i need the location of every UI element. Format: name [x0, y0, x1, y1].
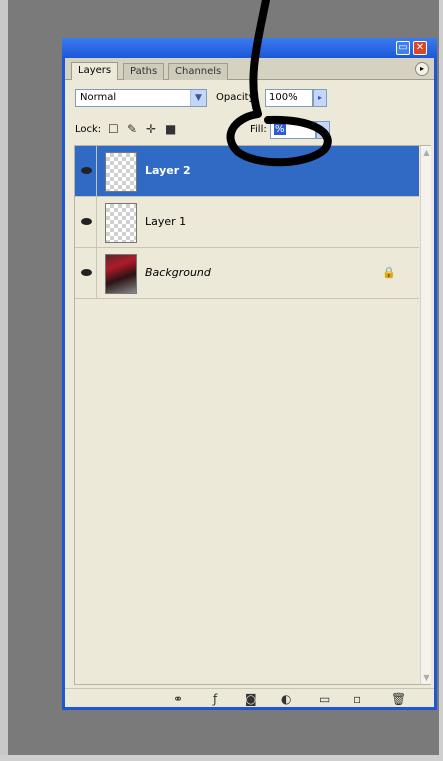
- panel-bottom-bar: ⚭ ƒ ◙ ◐ ▭ ▫ 🗑: [65, 688, 434, 708]
- lock-all-icon[interactable]: ■: [165, 122, 176, 136]
- opacity-label: Opacity:: [216, 92, 258, 103]
- layer-style-icon[interactable]: ƒ: [213, 692, 217, 706]
- lock-image-pixels-icon[interactable]: ✎: [127, 122, 137, 136]
- background-right-strip: [439, 0, 443, 761]
- visibility-toggle[interactable]: [75, 146, 97, 196]
- opacity-value: 100%: [269, 92, 298, 103]
- layers-panel: ▭ ✕ Layers Paths Channels ▸ Normal ▼ Opa…: [62, 38, 437, 710]
- fill-value: %: [274, 124, 286, 135]
- layers-list: Layer 2 Layer 1 Background 🔒 ▲ ▼: [74, 145, 431, 685]
- padlock-icon: 🔒: [382, 266, 396, 279]
- trash-icon[interactable]: 🗑: [391, 692, 406, 706]
- link-layers-icon[interactable]: ⚭: [173, 692, 183, 706]
- tab-paths[interactable]: Paths: [123, 63, 165, 80]
- background-bottom-strip: [0, 755, 443, 761]
- opacity-field[interactable]: 100%: [265, 89, 313, 107]
- lock-transparent-pixels-icon[interactable]: ☐: [108, 122, 119, 136]
- layer-thumbnail: [105, 254, 137, 294]
- minimize-icon[interactable]: ▭: [396, 41, 410, 55]
- new-layer-icon[interactable]: ▫: [353, 692, 361, 706]
- opacity-stepper[interactable]: ▸: [313, 89, 327, 107]
- blend-mode-select[interactable]: Normal ▼: [75, 89, 207, 107]
- layer-row-background[interactable]: Background 🔒: [75, 248, 419, 299]
- new-group-icon[interactable]: ▭: [319, 692, 330, 706]
- fill-field[interactable]: %: [270, 121, 316, 139]
- scroll-down-icon[interactable]: ▼: [422, 673, 431, 682]
- chevron-down-icon[interactable]: ▼: [190, 90, 206, 106]
- fill-label: Fill:: [250, 124, 267, 135]
- blend-mode-value: Normal: [80, 92, 117, 103]
- lock-position-icon[interactable]: ✛: [146, 122, 156, 136]
- panel-menu-icon[interactable]: ▸: [415, 62, 429, 76]
- layer-name[interactable]: Layer 1: [145, 215, 186, 228]
- layer-mask-icon[interactable]: ◙: [245, 692, 257, 706]
- tab-channels[interactable]: Channels: [168, 63, 229, 80]
- panel-title-bar[interactable]: ▭ ✕: [62, 38, 437, 58]
- layer-row-layer-2[interactable]: Layer 2: [75, 146, 419, 197]
- layer-thumbnail: [105, 203, 137, 243]
- scroll-up-icon[interactable]: ▲: [422, 148, 431, 157]
- layer-thumbnail: [105, 152, 137, 192]
- vertical-scrollbar[interactable]: ▲ ▼: [420, 146, 431, 684]
- fill-stepper[interactable]: ▸: [316, 121, 330, 139]
- tab-bar: Layers Paths Channels ▸: [65, 58, 434, 80]
- lock-label: Lock:: [75, 124, 102, 135]
- layer-name[interactable]: Background: [145, 266, 211, 279]
- visibility-toggle[interactable]: [75, 197, 97, 247]
- eye-icon: [81, 167, 92, 174]
- eye-icon: [81, 269, 92, 276]
- eye-icon: [81, 218, 92, 225]
- close-icon[interactable]: ✕: [413, 41, 427, 55]
- adjustment-layer-icon[interactable]: ◐: [281, 692, 291, 706]
- tab-layers[interactable]: Layers: [71, 62, 119, 80]
- layer-row-layer-1[interactable]: Layer 1: [75, 197, 419, 248]
- background-left-strip: [0, 0, 8, 761]
- visibility-toggle[interactable]: [75, 248, 97, 298]
- layer-name[interactable]: Layer 2: [145, 164, 191, 177]
